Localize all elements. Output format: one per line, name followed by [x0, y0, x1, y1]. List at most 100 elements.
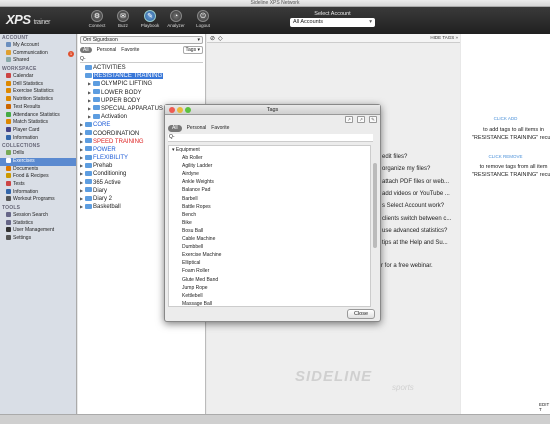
owner-dropdown[interactable]: Orri Sigurdsson	[80, 36, 203, 44]
tag-item[interactable]: Ankle Weights	[169, 178, 370, 186]
sidebar-item-food-recipes[interactable]: Food & Recipes	[0, 173, 76, 181]
tab-favorite[interactable]: Favorite	[121, 46, 139, 54]
sidebar-item-player-card[interactable]: Player Card	[0, 126, 76, 135]
zoom-window-icon[interactable]	[185, 107, 191, 113]
tag-item[interactable]: Dumbbell	[169, 243, 370, 251]
hide-tags-button[interactable]: HIDE TAGS »	[430, 35, 458, 40]
sidebar-item-workout-programs[interactable]: Workout Programs	[0, 196, 76, 204]
sidebar-item-settings[interactable]: Settings	[0, 235, 76, 243]
tag-item[interactable]: Massage Ball	[169, 300, 370, 306]
tag-item[interactable]: Exercise Machine	[169, 251, 370, 259]
sidebar-item-drills[interactable]: Drills	[0, 150, 76, 158]
minimize-window-icon[interactable]	[177, 107, 183, 113]
analyzer-button[interactable]: ◔ Analyzer	[165, 10, 187, 28]
tag-item[interactable]: Bench	[169, 211, 370, 219]
tag-icon[interactable]: ⊘	[210, 35, 215, 42]
playbook-button[interactable]: ✎ Playbook	[139, 10, 161, 28]
sidebar-item-label: Attendance Statistics	[13, 111, 60, 118]
sidebar-item-label: Documents	[13, 165, 39, 172]
dialog-search-input[interactable]: Q-	[168, 134, 373, 142]
sidebar-section-title: ACCOUNT	[2, 35, 29, 41]
close-button[interactable]: Close	[347, 309, 375, 319]
sidebar-item-session-search[interactable]: Session Search	[0, 212, 76, 220]
tag-item[interactable]: Bosu Ball	[169, 227, 370, 235]
tag-item[interactable]: Airdyne	[169, 170, 370, 178]
tag-item[interactable]: Balance Pad	[169, 186, 370, 194]
folder-item[interactable]: ACTIVITIES	[80, 64, 205, 72]
folder-item[interactable]: RESISTANCE TRAINING	[80, 72, 205, 80]
folder-item[interactable]: ▶ OLYMPIC LIFTING	[80, 80, 205, 88]
sidebar-item-user-management[interactable]: User Management	[0, 227, 76, 235]
tag-item[interactable]: Ab Roller	[169, 154, 370, 162]
tag-item[interactable]: Bike	[169, 219, 370, 227]
sidebar-item-label: Nutrition Statistics	[13, 96, 54, 103]
sidebar-item-drill-statistics[interactable]: Drill Statistics	[0, 80, 76, 89]
click-remove-link[interactable]: CLICK REMOVE	[461, 154, 550, 159]
connect-button[interactable]: ⚙ Connect	[86, 10, 108, 28]
tag-item[interactable]: Glute Med Band	[169, 276, 370, 284]
tag-item[interactable]: Elliptical	[169, 259, 370, 267]
tag-item[interactable]: Barbell	[169, 195, 370, 203]
webinar-text[interactable]: r for a free webinar.	[381, 263, 433, 269]
dialog-tab-favorite[interactable]: Favorite	[211, 125, 229, 132]
search-input[interactable]: Q-	[80, 55, 203, 63]
edit-tags-button[interactable]: EDIT T	[539, 402, 550, 412]
close-window-icon[interactable]	[169, 107, 175, 113]
tab-personal[interactable]: Personal	[97, 46, 117, 54]
folder-label: FLEXIBILITY	[93, 155, 129, 162]
folder-item[interactable]: ▶ LOWER BODY	[80, 89, 205, 97]
sidebar-item-match-statistics[interactable]: Match Statistics	[0, 119, 76, 127]
buzz-button[interactable]: ✉ Buzz	[112, 10, 134, 28]
folder-icon	[85, 64, 92, 70]
tag-group-equipment[interactable]: ▾ Equipment	[169, 146, 370, 154]
account-dropdown[interactable]: All Accounts	[290, 18, 375, 27]
sidebar-item-label: My Account	[13, 42, 39, 48]
sidebar-item-information[interactable]: Information	[0, 188, 76, 197]
main-toolbar: XPS trainer ⚙ Connect ✉ Buzz ✎ Playbook ◔ Analy…	[0, 7, 550, 34]
tag-list-scrollbar[interactable]	[373, 163, 377, 248]
help-link[interactable]: tips at the Help and Su...	[382, 240, 448, 246]
edit-icon[interactable]: ✎	[369, 116, 377, 123]
tag-item[interactable]: Agility Ladder	[169, 162, 370, 170]
help-link[interactable]: organize my files?	[382, 166, 430, 172]
tag-item[interactable]: Kettlebell	[169, 292, 370, 300]
sidebar-item-shared[interactable]: Shared	[0, 57, 76, 65]
help-link[interactable]: edit files?	[382, 154, 407, 160]
dialog-tab-personal[interactable]: Personal	[187, 125, 207, 132]
sidebar-item-label: Exercise Statistics	[13, 88, 54, 95]
sidebar-item-test-results[interactable]: Test Results	[0, 103, 76, 112]
sidebar-item-exercise-statistics[interactable]: Exercise Statistics	[0, 88, 76, 96]
help-link[interactable]: s Select Account work?	[382, 203, 444, 209]
sidebar-item-documents[interactable]: Documents	[0, 165, 76, 174]
sidebar-item-exercises[interactable]: Exercises	[0, 157, 76, 166]
sidebar-item-nutrition-statistics[interactable]: Nutrition Statistics	[0, 96, 76, 104]
share-icon[interactable]: ↗	[357, 116, 365, 123]
help-link[interactable]: add videos or YouTube ...	[382, 191, 450, 197]
help-link[interactable]: clients switch between c...	[382, 216, 451, 222]
sidebar-item-tests[interactable]: Tests	[0, 181, 76, 189]
help-link[interactable]: attach PDF files or web...	[382, 179, 449, 185]
sidebar-item-information[interactable]: Information	[0, 134, 76, 143]
tag-group-label: Equipment	[175, 147, 200, 153]
sidebar-item-attendance-statistics[interactable]: Attendance Statistics	[0, 111, 76, 120]
label-icon[interactable]: ◇	[218, 35, 223, 42]
tag-item[interactable]: Cable Machine	[169, 235, 370, 243]
sidebar-item-communication[interactable]: Communication 1	[0, 49, 76, 58]
sidebar-item-statistics[interactable]: Statistics	[0, 219, 76, 228]
tags-dropdown[interactable]: Tags ▾	[182, 46, 203, 54]
tag-item[interactable]: Jump Rope	[169, 284, 370, 292]
sidebar-section-title: WORKSPACE	[2, 66, 37, 73]
sidebar-item-my-account[interactable]: My Account	[0, 42, 76, 50]
match-statistics-icon	[6, 119, 11, 125]
click-add-link[interactable]: CLICK ADD	[461, 116, 550, 121]
export-icon[interactable]: ↗	[345, 116, 353, 123]
sidebar-item-calendar[interactable]: Calendar	[0, 73, 76, 81]
tab-all[interactable]: All	[80, 47, 92, 53]
logout-button[interactable]: ⏻ Logout	[192, 10, 214, 28]
exercises-icon	[6, 157, 11, 163]
tag-item[interactable]: Foam Roller	[169, 267, 370, 275]
tag-item[interactable]: Battle Ropes	[169, 203, 370, 211]
dialog-tab-all[interactable]: All	[168, 125, 182, 132]
help-link[interactable]: use advanced statistics?	[382, 228, 447, 234]
workout-programs-icon	[6, 196, 11, 202]
